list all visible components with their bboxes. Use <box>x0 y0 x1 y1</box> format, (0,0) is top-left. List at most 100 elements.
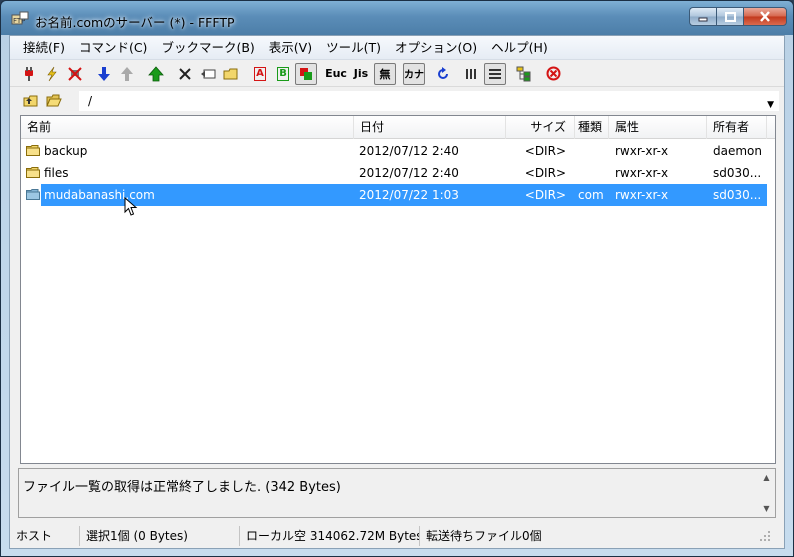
refresh-icon <box>438 66 448 79</box>
folder-icon <box>26 189 40 200</box>
scroll-up-arrow-icon[interactable]: ▲ <box>763 473 769 482</box>
maximize-button[interactable] <box>716 7 743 26</box>
mirror-upload-button[interactable] <box>145 63 167 85</box>
column-header-owner[interactable]: 所有者 <box>707 116 767 139</box>
toolbar: A B Euc Jis 無 カナ <box>10 61 784 87</box>
log-scrollbar[interactable]: ▲ ▼ <box>758 469 775 517</box>
new-folder-icon <box>223 68 238 79</box>
binary-mode-button[interactable]: B <box>272 63 294 85</box>
auto-mode-button[interactable] <box>295 62 317 85</box>
tree-icon <box>516 66 531 81</box>
green-arrow-up-icon <box>148 65 164 81</box>
file-date: 2012/07/12 2:40 <box>359 166 459 180</box>
jis-button[interactable]: Jis <box>349 63 373 85</box>
disconnect-icon <box>68 66 82 81</box>
detail-view-icon <box>489 68 501 79</box>
parent-folder-button[interactable] <box>20 90 42 112</box>
upload-button[interactable] <box>116 63 138 85</box>
disconnect-button[interactable] <box>64 63 86 85</box>
column-header-type[interactable]: 種類 <box>575 116 609 139</box>
file-owner: sd030... <box>713 188 762 202</box>
maximize-icon <box>724 11 736 22</box>
log-panel[interactable]: ファイル一覧の取得は正常終了しました. (342 Bytes) ▲ ▼ <box>18 468 776 518</box>
rename-button[interactable] <box>197 63 219 85</box>
title-bar[interactable]: FTP お名前.comのサーバー (*) - FFFTP <box>1 1 793 35</box>
file-name: backup <box>44 144 88 158</box>
menu-view[interactable]: 表示(V) <box>262 37 319 59</box>
log-message: ファイル一覧の取得は正常終了しました. (342 Bytes) <box>23 480 341 495</box>
file-date: 2012/07/12 2:40 <box>359 144 459 158</box>
window-controls <box>689 7 787 27</box>
rename-icon <box>201 69 216 78</box>
file-date: 2012/07/22 1:03 <box>359 188 459 202</box>
folder-open-icon <box>46 94 62 107</box>
column-header-date[interactable]: 日付 <box>354 116 506 139</box>
menu-command[interactable]: コマンド(C) <box>72 37 154 59</box>
list-header: 名前 日付 サイズ 種類 属性 所有者 <box>21 116 775 139</box>
file-type <box>578 140 608 162</box>
delete-x-icon <box>179 67 191 80</box>
euc-label: Euc <box>325 67 347 80</box>
column-header-size[interactable]: サイズ <box>506 116 575 139</box>
status-host: ホスト <box>10 526 80 546</box>
kana-button[interactable]: カナ <box>403 62 425 85</box>
folder-icon <box>26 167 40 178</box>
lightning-icon <box>47 66 57 81</box>
file-owner: sd030... <box>713 166 762 180</box>
file-name: files <box>44 166 69 180</box>
open-folder-button[interactable] <box>43 90 65 112</box>
menu-bookmark[interactable]: ブックマーク(B) <box>154 37 261 59</box>
remote-file-list[interactable]: 名前 日付 サイズ 種類 属性 所有者 backup 2012/07/12 2:… <box>20 115 776 464</box>
stop-icon <box>546 66 560 81</box>
file-size: <DIR> <box>524 166 566 180</box>
file-owner: daemon <box>713 144 762 158</box>
directory-tree-button[interactable] <box>513 63 535 85</box>
ascii-mode-button[interactable]: A <box>249 63 271 85</box>
file-row[interactable]: backup 2012/07/12 2:40 <DIR> rwxr-xr-x d… <box>21 140 775 162</box>
detail-view-button[interactable] <box>484 62 506 85</box>
path-dropdown-arrow-icon[interactable]: ▼ <box>767 96 774 114</box>
quick-connect-button[interactable] <box>41 63 63 85</box>
status-local-space: ローカル空 314062.72M Bytes <box>240 526 420 546</box>
menu-help[interactable]: ヘルプ(H) <box>484 37 555 59</box>
connect-button[interactable] <box>18 63 40 85</box>
scroll-down-arrow-icon[interactable]: ▼ <box>763 504 769 513</box>
stop-button[interactable] <box>542 63 564 85</box>
close-button[interactable] <box>743 7 787 26</box>
file-name: mudabanashi.com <box>44 188 155 202</box>
folder-icon <box>26 145 40 156</box>
auto-mode-icon <box>300 67 312 80</box>
file-type: com <box>578 188 604 202</box>
list-view-icon <box>466 68 476 79</box>
file-attr: rwxr-xr-x <box>615 166 669 180</box>
ffftp-app-icon: FTP <box>11 11 29 25</box>
delete-button[interactable] <box>174 63 196 85</box>
window-title: お名前.comのサーバー (*) - FFFTP <box>35 15 235 30</box>
ascii-label: A <box>254 66 266 81</box>
menu-tools[interactable]: ツール(T) <box>319 37 388 59</box>
arrow-up-icon <box>121 66 133 81</box>
new-folder-button[interactable] <box>220 63 242 85</box>
resize-grip-icon[interactable] <box>759 530 771 542</box>
menu-bar: 接続(F) コマンド(C) ブックマーク(B) 表示(V) ツール(T) オプシ… <box>10 36 784 60</box>
ffftp-window: FTP お名前.comのサーバー (*) - FFFTP 接続(F) コマンド(… <box>0 0 794 557</box>
no-conversion-button[interactable]: 無 <box>374 62 396 85</box>
file-row[interactable]: files 2012/07/12 2:40 <DIR> rwxr-xr-x sd… <box>21 162 775 184</box>
file-attr: rwxr-xr-x <box>615 144 669 158</box>
list-view-button[interactable] <box>461 63 483 85</box>
minimize-icon <box>698 17 708 21</box>
column-header-attr[interactable]: 属性 <box>609 116 707 139</box>
remote-path-input[interactable]: / ▼ <box>79 91 779 111</box>
refresh-button[interactable] <box>432 63 454 85</box>
minimize-button[interactable] <box>689 7 716 26</box>
no-conversion-label: 無 <box>379 67 391 81</box>
menu-options[interactable]: オプション(O) <box>388 37 484 59</box>
mouse-pointer-icon <box>124 197 138 216</box>
download-button[interactable] <box>93 63 115 85</box>
file-size: <DIR> <box>524 144 566 158</box>
menu-connect[interactable]: 接続(F) <box>16 37 72 59</box>
jis-label: Jis <box>353 67 369 80</box>
arrow-down-icon <box>98 66 110 81</box>
column-header-name[interactable]: 名前 <box>21 116 354 139</box>
euc-button[interactable]: Euc <box>324 63 348 85</box>
